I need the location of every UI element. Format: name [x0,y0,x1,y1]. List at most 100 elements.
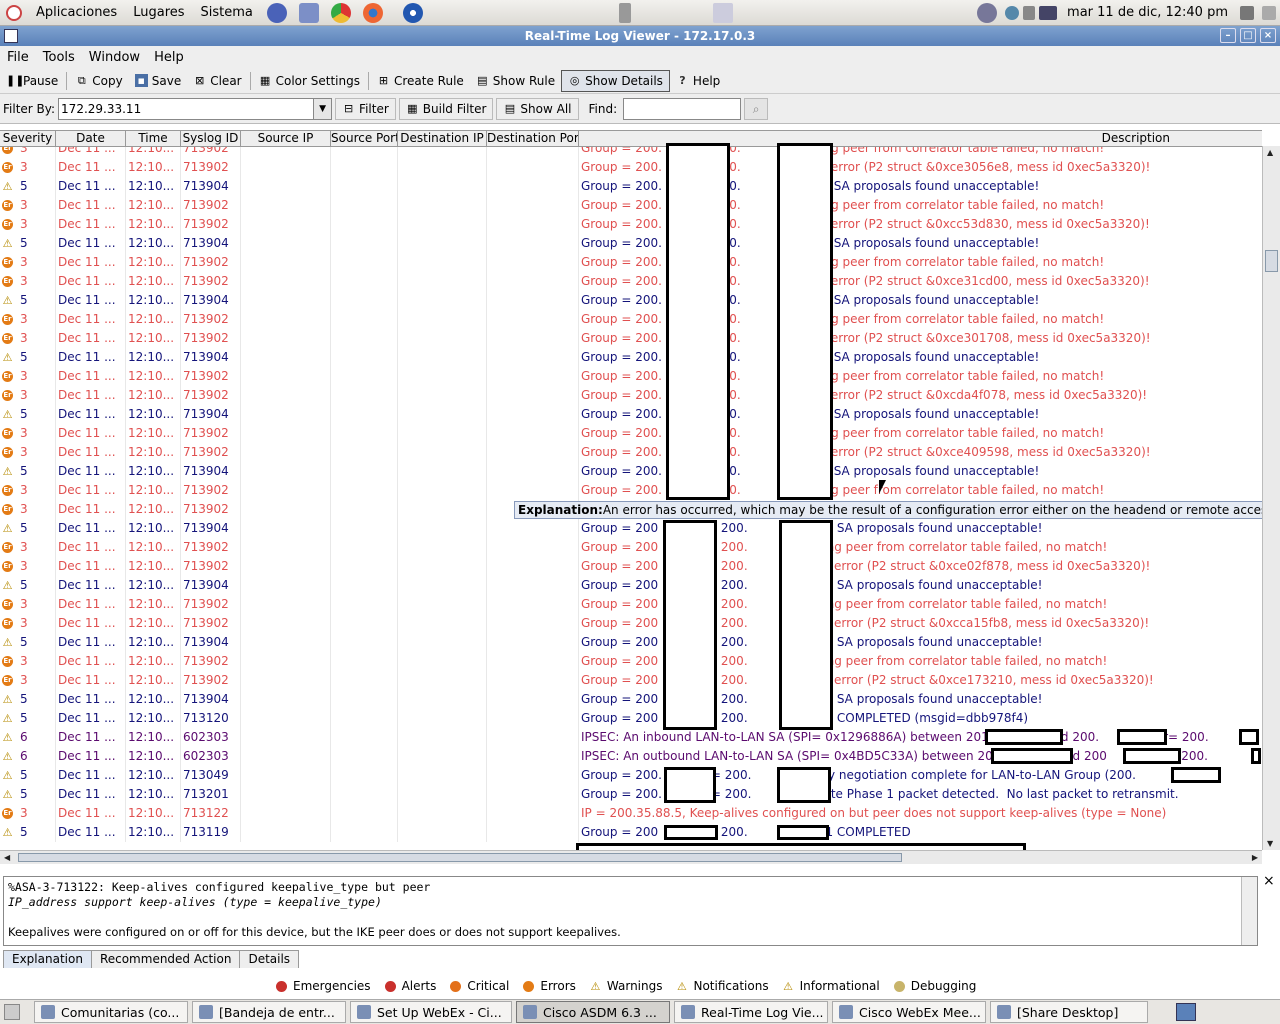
volume-tray-icon[interactable] [1023,5,1036,20]
col-source-ip[interactable]: Source IP [241,131,331,146]
show-desktop-icon[interactable] [4,1004,20,1020]
table-row[interactable]: Er 3 Dec 11 ... 12:10... 713902 Group = 200. … [0,329,1262,348]
minimize-icon[interactable]: – [1220,28,1236,43]
help-button[interactable]: ? Help [670,70,726,92]
table-row[interactable]: ⚠ 6 Dec 11 ... 12:10... 602303 IPSEC: An inbo… [0,728,1262,747]
table-row[interactable]: ⚠5Dec 11 ...12:10...713904Group = 200 IP… [0,690,1262,709]
table-row[interactable]: ⚠5Dec 11 ...12:10...713904Group = 200 IP… [0,576,1262,595]
table-row[interactable]: ⚠5Dec 11 ...12:10...713904Group = 200. =… [0,348,1262,367]
save-button[interactable]: ▪ Save [129,70,187,92]
col-time[interactable]: Time [126,131,181,146]
col-date[interactable]: Date [56,131,126,146]
globe-launcher-icon[interactable] [266,2,287,23]
notes-launcher-icon[interactable] [298,2,319,23]
pause-button[interactable]: ❚❚ Pause [0,70,64,92]
taskbar-button[interactable]: Real-Time Log Vie... [674,1001,828,1023]
table-row[interactable]: Er 3 Dec 11 ... 12:10... 713122 IP = 200.35.8… [0,804,1262,823]
menu-file[interactable]: File [0,50,36,65]
table-row[interactable]: ⚠ 5 Dec 11 ... 12:10... 713049 Group = 200. I… [0,766,1262,785]
taskbar-button[interactable]: Cisco WebEx Mee... [832,1001,986,1023]
table-row[interactable]: Er 3 Dec 11 ... 12:10... 713902 Group = 200. … [0,443,1262,462]
screenshot-icon[interactable] [712,2,733,23]
maximize-icon[interactable]: □ [1240,28,1256,43]
table-row[interactable]: Er 3 Dec 11 ... 12:10... 713902 Group = 200. … [0,147,1262,158]
table-row[interactable]: Er 3 Dec 11 ... 12:10... 713902 Group = 200. … [0,367,1262,386]
table-row[interactable]: Er 3 Dec 11 ... 12:10... 713902 Group = 200 I… [0,557,1262,576]
menu-help[interactable]: Help [147,50,191,65]
table-horizontal-scrollbar[interactable]: ◀ ▶ [0,850,1262,864]
taskbar-button[interactable]: [Bandeja de entr... [192,1001,346,1023]
clear-button[interactable]: ⊠ Clear [187,70,247,92]
table-row[interactable]: Er 3 Dec 11 ... 12:10... 713902 Group = 200 I… [0,595,1262,614]
explanation-scrollbar[interactable] [1241,877,1257,945]
taskbar-button[interactable]: Cisco ASDM 6.3 ... [516,1001,670,1023]
applications-menu[interactable]: Aplicaciones [28,5,125,20]
tab-recommended-action[interactable]: Recommended Action [90,950,241,968]
table-row[interactable]: ⚠5Dec 11 ...12:10...713904Group = 200 IP… [0,633,1262,652]
explanation-pane[interactable]: %ASA-3-713122: Keep-alives configured ke… [3,876,1258,946]
build-filter-button[interactable]: ▦ Build Filter [398,97,494,120]
table-row[interactable]: Er 3 Dec 11 ... 12:10... 713902 Group = 200. … [0,272,1262,291]
window-app-icon[interactable] [4,29,18,43]
col-destination-port[interactable]: Destination Port [487,131,579,146]
table-row[interactable]: Er 3 Dec 11 ... 12:10... 713902 Group = 200. … [0,424,1262,443]
table-row[interactable]: Er 3 Dec 11 ... 12:10... 713902 Group = 200. … [0,310,1262,329]
network-globe-icon[interactable] [977,2,998,23]
col-destination-ip[interactable]: Destination IP [398,131,487,146]
scroll-up-icon[interactable]: ▲ [1267,148,1273,157]
tray-app-icon[interactable] [1005,5,1020,20]
filter-input[interactable] [58,97,315,120]
taskbar-button[interactable]: [Share Desktop] [990,1001,1148,1023]
system-menu[interactable]: Sistema [193,5,261,20]
horizontal-scroll-thumb[interactable] [18,853,902,862]
power-icon[interactable] [1262,5,1276,20]
create-rule-button[interactable]: ⊞ Create Rule [371,70,470,92]
table-row[interactable]: ⚠5Dec 11 ...12:10...713904Group = 200. =… [0,462,1262,481]
monitor-tray-icon[interactable] [1039,5,1058,20]
col-syslog-id[interactable]: Syslog ID [181,131,241,146]
places-menu[interactable]: Lugares [125,5,192,20]
scroll-right-icon[interactable]: ▶ [1252,853,1258,862]
tab-details[interactable]: Details [239,950,300,968]
find-search-icon[interactable]: ⌕ [744,97,769,120]
table-row[interactable]: Er 3 Dec 11 ... 12:10... 713902 Group = 200. … [0,253,1262,272]
firefox-launcher-icon[interactable] [362,2,383,23]
taskbar-button[interactable]: Comunitarias (co... [34,1001,188,1023]
usb-icon[interactable] [618,2,631,23]
clock[interactable]: mar 11 de dic, 12:40 pm [1059,5,1236,20]
copy-button[interactable]: ⧉ Copy [69,70,128,92]
show-details-button[interactable]: ◎ Show Details [561,69,670,92]
table-row[interactable]: ⚠5Dec 11 ...12:10...713904Group = 200. =… [0,177,1262,196]
table-row[interactable]: ⚠ 5 Dec 11 ... 12:10... 713201 Group = 200. I… [0,785,1262,804]
close-details-icon[interactable]: × [1263,873,1275,889]
network-launcher-icon[interactable] [402,2,423,23]
filter-button[interactable]: ⊟ Filter [335,97,396,120]
table-row[interactable]: Er 3 Dec 11 ... 12:10... 713902 Group = 200. … [0,158,1262,177]
table-row[interactable]: Er 3 Dec 11 ... 12:10... 713902 Group = 200. … [0,386,1262,405]
table-row[interactable]: ⚠5Dec 11 ...12:10...713904Group = 200. =… [0,234,1262,253]
show-rule-button[interactable]: ▤ Show Rule [470,70,561,92]
table-row[interactable]: Er 3 Dec 11 ... 12:10... 713902 Group = 200. … [0,215,1262,234]
tray-window-icon[interactable] [1176,1003,1196,1021]
table-row[interactable]: ⚠5Dec 11 ...12:10...713904Group = 200. =… [0,291,1262,310]
table-row[interactable]: ⚠5Dec 11 ...12:10...713120Group = 200 IP… [0,709,1262,728]
table-row[interactable]: Er 3 Dec 11 ... 12:10... 713902 Group = 200. … [0,196,1262,215]
col-severity[interactable]: Severity [0,131,56,146]
close-window-icon[interactable]: × [1260,28,1276,43]
col-source-port[interactable]: Source Port [331,131,398,146]
color-settings-button[interactable]: ▦ Color Settings [253,70,366,92]
table-row[interactable]: Er 3 Dec 11 ... 12:10... 713902 Group = 200 I… [0,538,1262,557]
table-row[interactable]: Er 3 Dec 11 ... 12:10... 713902 Group = 200 I… [0,614,1262,633]
menu-tools[interactable]: Tools [36,50,82,65]
table-row[interactable]: ⚠ 5 Dec 11 ... 12:10... 713119 Group = 200 IP… [0,823,1262,842]
gnome-foot-icon[interactable] [6,4,22,21]
table-row[interactable]: Er 3 Dec 11 ... 12:10... 713902 Group = 200 I… [0,671,1262,690]
table-row[interactable]: ⚠5Dec 11 ...12:10...713904Group = 200. =… [0,405,1262,424]
table-row[interactable]: ⚠5Dec 11 ...12:10...713904Group = 200 IP… [0,519,1262,538]
show-all-button[interactable]: ▤ Show All [496,97,579,120]
scroll-left-icon[interactable]: ◀ [4,853,10,862]
tab-explanation[interactable]: Explanation [3,950,92,968]
table-row[interactable]: Er 3 Dec 11 ... 12:10... 713902 Group = 200 I… [0,652,1262,671]
table-row[interactable]: Er 3 Dec 11 ... 12:10... 713902 Group = 200. … [0,481,1262,500]
scroll-down-icon[interactable]: ▼ [1267,839,1273,848]
